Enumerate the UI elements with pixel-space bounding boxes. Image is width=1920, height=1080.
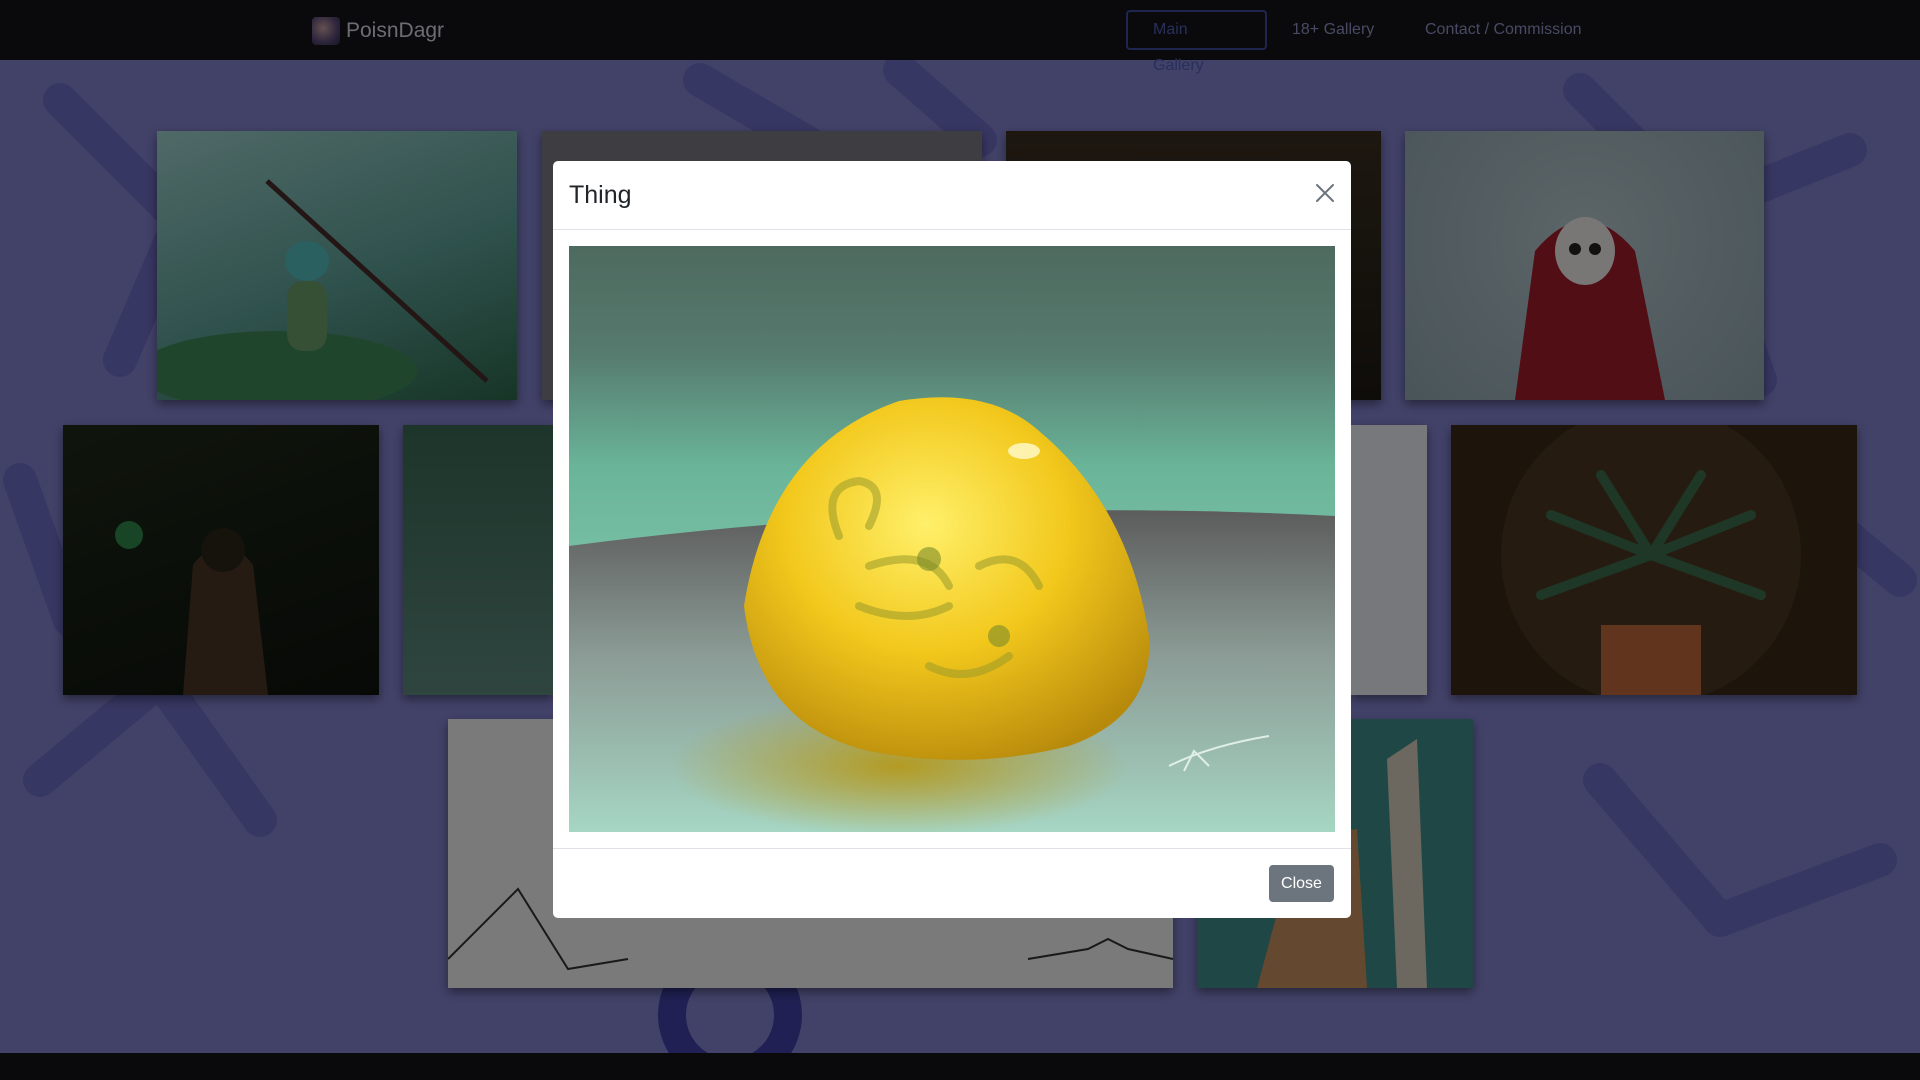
modal-header: Thing (553, 161, 1351, 230)
close-icon[interactable] (1313, 181, 1337, 205)
modal-footer: Close (553, 848, 1351, 919)
modal-image (569, 246, 1335, 832)
close-button[interactable]: Close (1269, 865, 1334, 902)
modal-title: Thing (569, 181, 632, 209)
image-modal: Thing Close (553, 161, 1351, 918)
